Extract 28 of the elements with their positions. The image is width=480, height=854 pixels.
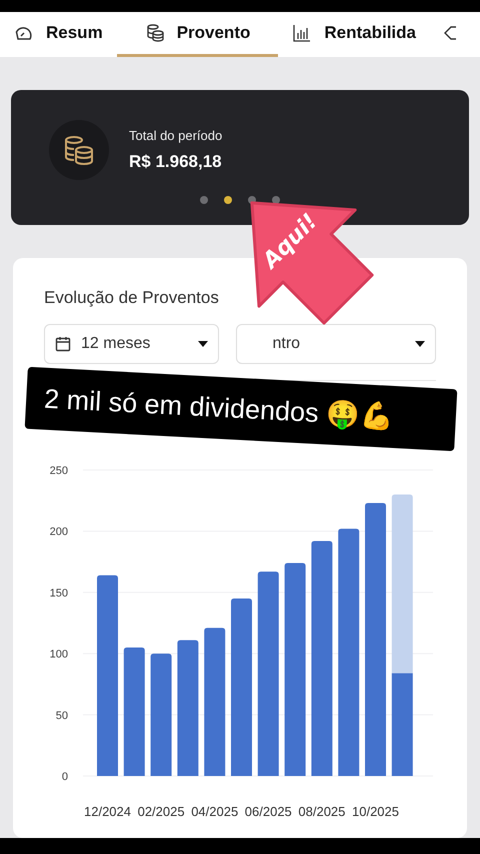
bar-chart-icon bbox=[292, 23, 312, 43]
page-dot[interactable] bbox=[224, 196, 232, 204]
axis-label: 06/2025 bbox=[244, 804, 292, 819]
chart-title: Evolução de Proventos bbox=[44, 288, 220, 308]
coins-icon bbox=[144, 23, 165, 43]
axis-label: 08/2025 bbox=[298, 804, 346, 819]
dropdown[interactable]: 12 meses bbox=[44, 324, 218, 364]
page-dot[interactable] bbox=[200, 196, 208, 204]
calendar-icon bbox=[55, 336, 71, 352]
total-amount: R$ 1.968,18 bbox=[129, 152, 222, 172]
axis-label: 0 bbox=[62, 771, 68, 783]
dropdown[interactable]: ntro bbox=[236, 324, 436, 364]
axis-label: 02/2025 bbox=[138, 804, 185, 819]
axis-label: 04/2025 bbox=[191, 804, 238, 819]
coins-icon bbox=[62, 133, 96, 167]
caret-icon bbox=[198, 341, 208, 347]
axis-label: 12/2024 bbox=[84, 804, 131, 819]
axis-label: 150 bbox=[50, 587, 68, 600]
axis-label: 50 bbox=[56, 710, 68, 722]
axis-label: 200 bbox=[50, 526, 68, 538]
tab[interactable]: Rentabilida bbox=[278, 12, 430, 57]
tab[interactable]: Provento bbox=[116, 12, 278, 57]
axis-label: 250 bbox=[50, 465, 68, 477]
axis-label: 10/2025 bbox=[352, 804, 399, 819]
tab[interactable]: Resum bbox=[0, 12, 117, 57]
total-label: Total do período bbox=[129, 128, 222, 143]
axis-label: 100 bbox=[50, 648, 68, 661]
caret-icon bbox=[415, 341, 425, 347]
